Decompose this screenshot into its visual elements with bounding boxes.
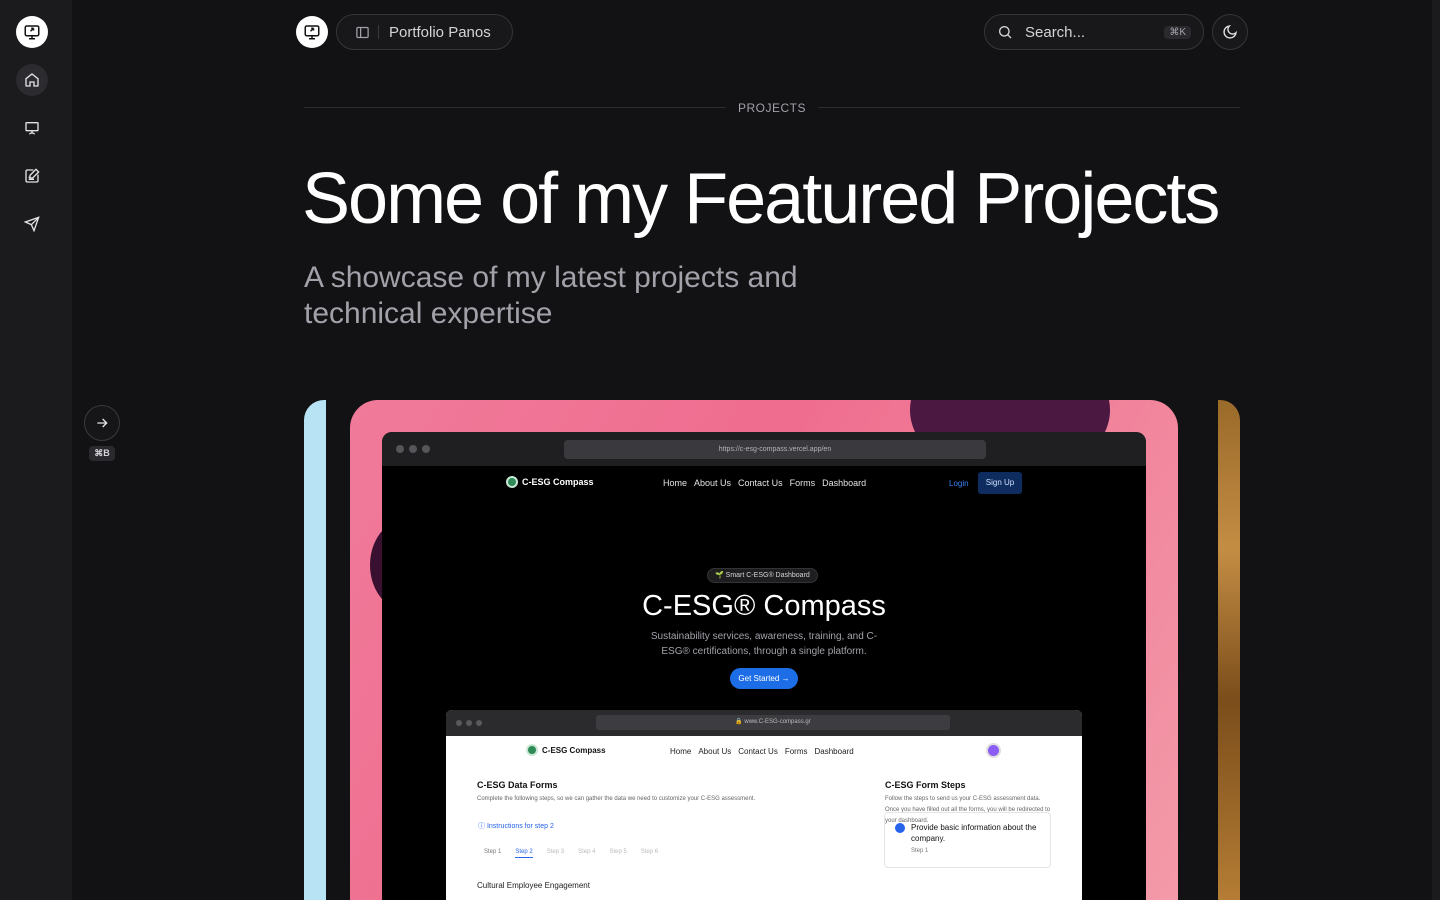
arrow-right-icon xyxy=(97,418,108,428)
preview-signup: Sign Up xyxy=(978,472,1022,494)
search-placeholder: Search... xyxy=(1025,23,1086,41)
project-card-current[interactable]: https://c-esg-compass.vercel.app/en C-ES… xyxy=(350,400,1178,900)
check-icon xyxy=(895,823,905,833)
send-icon xyxy=(24,216,40,232)
sidebar-item-blog[interactable] xyxy=(16,160,48,192)
inner-side-title: C-ESG Form Steps xyxy=(885,780,966,790)
inner-step: Step 3 xyxy=(546,849,565,855)
project-card-next[interactable] xyxy=(1218,400,1240,900)
inner-brand-text: C-ESG Compass xyxy=(542,745,606,755)
preview-nav-link: Forms xyxy=(789,478,816,488)
inner-nav-links: Home About Us Contact Us Forms Dashboard xyxy=(670,747,854,756)
sidebar-item-contact[interactable] xyxy=(16,208,48,240)
preview-hero-desc: Sustainability services, awareness, trai… xyxy=(650,631,878,657)
inner-nav-link: About Us xyxy=(698,747,732,756)
inner-step: Step 5 xyxy=(609,849,627,855)
window-dot xyxy=(422,445,430,453)
sidebar-item-projects[interactable] xyxy=(16,112,48,144)
preview-brand-text: C-ESG Compass xyxy=(522,477,594,487)
inner-nav-link: Dashboard xyxy=(814,747,854,756)
preview-nav-link: Dashboard xyxy=(822,478,867,488)
preview-nav: C-ESG Compass Home About Us Contact Us F… xyxy=(382,472,1146,496)
inner-brand: C-ESG Compass xyxy=(526,744,606,756)
site-menu-button[interactable]: Portfolio Panos xyxy=(336,14,513,50)
window-dot xyxy=(466,720,472,726)
expand-sidebar-button[interactable] xyxy=(84,405,120,441)
pill-separator xyxy=(378,25,379,39)
preview-nav-link: Home xyxy=(663,478,688,488)
inner-nav-link: Contact Us xyxy=(738,747,778,756)
inner-toolbar: 🔒 www.C-ESG-compass.gr xyxy=(446,710,1082,736)
window-dot xyxy=(476,720,482,726)
globe-icon xyxy=(506,476,518,488)
inner-nav: C-ESG Compass Home About Us Contact Us F… xyxy=(446,743,1082,760)
inner-section-title: Cultural Employee Engagement xyxy=(477,881,590,890)
inner-url: 🔒 www.C-ESG-compass.gr xyxy=(596,715,950,730)
search-shortcut: ⌘K xyxy=(1164,25,1191,39)
inner-step-card: Provide basic information about the comp… xyxy=(884,812,1051,868)
project-screenshot: https://c-esg-compass.vercel.app/en C-ES… xyxy=(382,432,1146,900)
inner-forms-title: C-ESG Data Forms xyxy=(477,780,558,790)
sidebar-toggle-icon xyxy=(356,26,369,38)
preview-nav-links: Home About Us Contact Us Forms Dashboard xyxy=(663,478,866,488)
inner-step: Step 2 xyxy=(515,849,533,858)
expand-shortcut-hint: ⌘B xyxy=(89,446,115,461)
right-edge xyxy=(1432,0,1440,900)
preview-brand: C-ESG Compass xyxy=(506,476,594,488)
inner-step: Step 6 xyxy=(640,849,659,855)
browser-toolbar: https://c-esg-compass.vercel.app/en xyxy=(382,432,1146,466)
project-card-previous[interactable] xyxy=(304,400,326,900)
inner-steps: Step 1 Step 2 Step 3 Step 4 Step 5 Step … xyxy=(484,849,658,858)
preview-badge: 🌱 Smart C-ESG® Dashboard xyxy=(707,568,818,583)
header-logo-icon[interactable] xyxy=(296,16,328,48)
preview-nav-link: Contact Us xyxy=(738,478,783,488)
preview-hero-title: C-ESG® Compass xyxy=(642,590,886,622)
preview-url: https://c-esg-compass.vercel.app/en xyxy=(564,440,986,459)
search-input[interactable]: Search... ⌘K xyxy=(984,14,1204,50)
sidebar xyxy=(0,0,72,900)
inner-step-card-sub: Step 1 xyxy=(911,848,929,854)
inner-step: Step 4 xyxy=(578,849,596,855)
preview-cta: Get Started → xyxy=(730,668,798,689)
inner-step-card-title: Provide basic information about the comp… xyxy=(911,823,1037,843)
window-dot xyxy=(456,720,462,726)
theme-toggle-button[interactable] xyxy=(1212,14,1248,50)
search-icon xyxy=(999,26,1012,39)
avatar xyxy=(986,743,1001,758)
section-label: PROJECTS xyxy=(726,98,818,118)
page-subtitle: A showcase of my latest projects and tec… xyxy=(304,261,798,330)
globe-icon xyxy=(526,744,538,756)
inner-forms-desc: Complete the following steps, so we can … xyxy=(477,796,756,802)
window-dot xyxy=(409,445,417,453)
window-dot xyxy=(396,445,404,453)
inner-nav-link: Forms xyxy=(784,747,808,756)
presentation-icon xyxy=(25,122,39,135)
inner-step: Step 1 xyxy=(484,849,502,855)
inner-instructions-link: ⓘ Instructions for step 2 xyxy=(478,823,554,830)
edit-note-icon xyxy=(25,168,40,183)
logo-icon[interactable] xyxy=(16,16,48,48)
site-name: Portfolio Panos xyxy=(389,23,491,41)
preview-nav-link: About Us xyxy=(694,478,732,488)
sidebar-item-home[interactable] xyxy=(16,64,48,96)
moon-icon xyxy=(1223,25,1237,39)
page-title: Some of my Featured Projects xyxy=(302,159,1220,239)
preview-login: Login xyxy=(949,479,969,488)
home-icon xyxy=(25,73,39,87)
inner-nav-link: Home xyxy=(670,747,692,756)
preview-inner-window: 🔒 www.C-ESG-compass.gr C-ESG Compass Hom… xyxy=(446,710,1082,900)
